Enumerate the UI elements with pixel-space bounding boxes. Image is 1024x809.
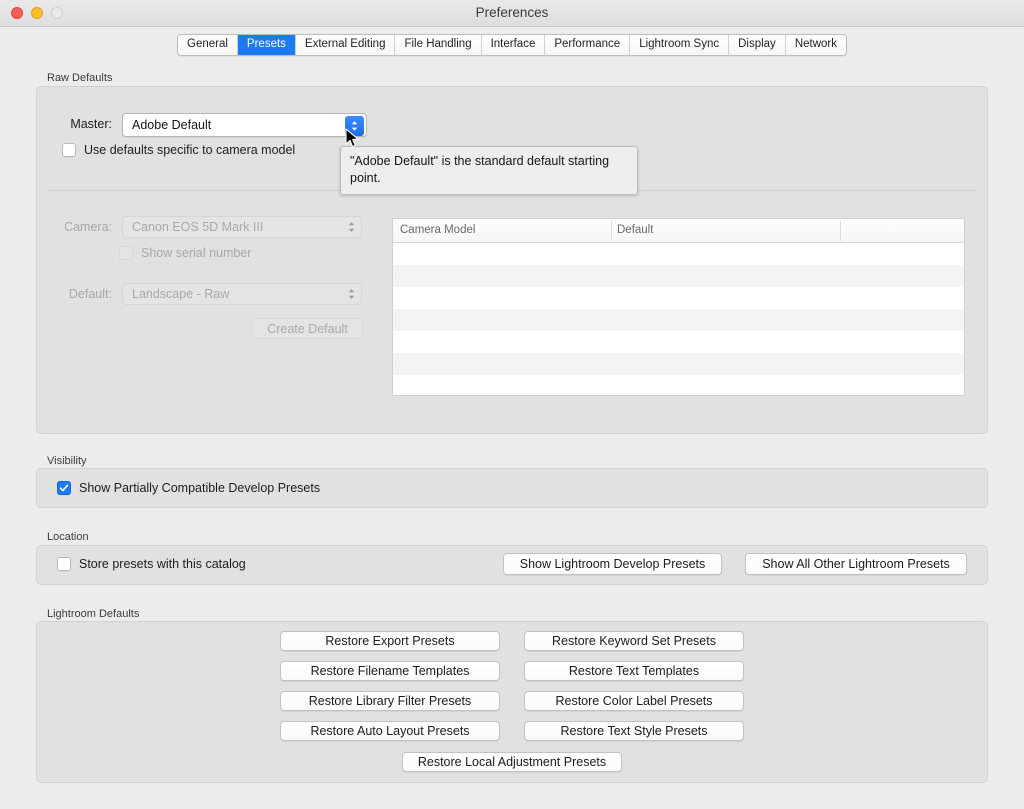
master-label: Master: [70, 117, 112, 131]
restore-library-filter-presets-button[interactable]: Restore Library Filter Presets [280, 691, 500, 711]
create-default-button[interactable]: Create Default [252, 318, 363, 339]
location-label: Location [47, 531, 89, 543]
column-header-default[interactable]: Default [617, 224, 653, 236]
tab-display[interactable]: Display [729, 35, 786, 55]
tab-general[interactable]: General [178, 35, 238, 55]
restore-export-presets-button[interactable]: Restore Export Presets [280, 631, 500, 651]
show-serial-checkbox[interactable] [119, 246, 133, 260]
chevron-up-down-icon[interactable] [347, 221, 356, 234]
show-lightroom-develop-presets-button[interactable]: Show Lightroom Develop Presets [503, 553, 722, 575]
restore-local-adjustment-presets-button[interactable]: Restore Local Adjustment Presets [402, 752, 622, 772]
tab-interface[interactable]: Interface [481, 35, 546, 55]
show-all-other-lightroom-presets-button[interactable]: Show All Other Lightroom Presets [745, 553, 967, 575]
master-dropdown-tooltip: "Adobe Default" is the standard default … [340, 146, 638, 195]
master-dropdown[interactable]: Adobe Default [122, 113, 367, 137]
restore-auto-layout-presets-button[interactable]: Restore Auto Layout Presets [280, 721, 500, 741]
restore-color-label-presets-button[interactable]: Restore Color Label Presets [524, 691, 744, 711]
default-dropdown-value: Landscape - Raw [132, 287, 230, 301]
tab-bar: General Presets External Editing File Ha… [0, 34, 1024, 56]
use-camera-defaults-label: Use defaults specific to camera model [84, 143, 296, 157]
restore-text-templates-button[interactable]: Restore Text Templates [524, 661, 744, 681]
store-presets-row[interactable]: Store presets with this catalog [57, 557, 246, 571]
master-dropdown-value: Adobe Default [132, 118, 212, 132]
tab-file-handling[interactable]: File Handling [395, 35, 482, 55]
camera-dropdown-value: Canon EOS 5D Mark III [132, 220, 264, 234]
show-serial-row[interactable]: Show serial number [119, 246, 251, 260]
restore-keyword-set-presets-button[interactable]: Restore Keyword Set Presets [524, 631, 744, 651]
store-presets-checkbox[interactable] [57, 557, 71, 571]
use-camera-defaults-row[interactable]: Use defaults specific to camera model [62, 143, 295, 157]
table-row[interactable] [393, 309, 964, 331]
show-partially-compatible-label: Show Partially Compatible Develop Preset… [79, 481, 321, 495]
table-row[interactable] [393, 331, 964, 353]
camera-defaults-table: Camera Model Default [392, 218, 965, 396]
raw-defaults-label: Raw Defaults [47, 72, 113, 84]
table-row[interactable] [393, 287, 964, 309]
lightroom-defaults-label: Lightroom Defaults [47, 608, 140, 620]
table-header: Camera Model Default [393, 219, 964, 243]
chevron-up-down-icon[interactable] [347, 288, 356, 301]
tab-presets[interactable]: Presets [237, 35, 296, 55]
column-divider[interactable] [611, 221, 612, 241]
column-divider[interactable] [840, 221, 841, 241]
table-row[interactable] [393, 375, 964, 395]
window-title: Preferences [475, 5, 549, 20]
column-header-camera-model[interactable]: Camera Model [400, 224, 475, 236]
restore-text-style-presets-button[interactable]: Restore Text Style Presets [524, 721, 744, 741]
visibility-label: Visibility [47, 455, 87, 467]
store-presets-label: Store presets with this catalog [79, 557, 246, 571]
title-bar: Preferences [0, 0, 1024, 27]
use-camera-defaults-checkbox[interactable] [62, 143, 76, 157]
tab-network[interactable]: Network [785, 35, 846, 55]
tab-lightroom-sync[interactable]: Lightroom Sync [630, 35, 730, 55]
default-label: Default: [68, 287, 112, 301]
table-row[interactable] [393, 353, 964, 375]
chevron-up-down-icon[interactable] [345, 116, 364, 136]
tab-performance[interactable]: Performance [545, 35, 631, 55]
camera-label: Camera: [64, 220, 112, 234]
show-partially-compatible-checkbox[interactable] [57, 481, 71, 495]
show-partially-compatible-row[interactable]: Show Partially Compatible Develop Preset… [57, 481, 320, 495]
camera-dropdown[interactable]: Canon EOS 5D Mark III [122, 216, 362, 238]
table-row[interactable] [393, 243, 964, 265]
table-row[interactable] [393, 265, 964, 287]
preferences-window: Preferences General Presets External Edi… [0, 0, 1024, 809]
show-serial-label: Show serial number [141, 246, 252, 260]
tab-external-editing[interactable]: External Editing [295, 35, 396, 55]
default-dropdown[interactable]: Landscape - Raw [122, 283, 362, 305]
restore-filename-templates-button[interactable]: Restore Filename Templates [280, 661, 500, 681]
